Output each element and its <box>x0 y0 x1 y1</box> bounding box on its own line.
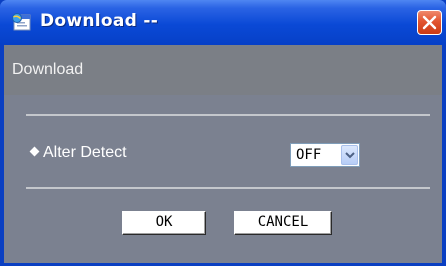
dialog-body: Download Alter Detect OFF OK CANCEL <box>4 45 442 263</box>
bottom-divider <box>26 187 430 189</box>
window-title: Download -- <box>40 11 159 31</box>
dialog-window: Download -- Download Alter Detect OFF OK… <box>0 0 446 266</box>
title-bar[interactable]: Download -- <box>0 0 446 45</box>
top-divider <box>26 114 430 116</box>
alter-detect-label: Alter Detect <box>28 144 127 162</box>
bullet-diamond-icon <box>29 146 40 157</box>
cancel-button[interactable]: CANCEL <box>234 211 332 235</box>
ok-button[interactable]: OK <box>122 211 206 235</box>
browser-page-icon <box>11 12 33 32</box>
alter-detect-label-text: Alter Detect <box>43 144 127 161</box>
dropdown-button[interactable] <box>341 145 358 165</box>
alter-detect-select[interactable]: OFF <box>290 143 360 167</box>
close-button[interactable] <box>417 10 442 35</box>
section-header: Download <box>4 45 442 95</box>
alter-detect-value: OFF <box>296 147 322 163</box>
chevron-down-icon <box>345 152 355 159</box>
section-title: Download <box>12 61 84 78</box>
close-icon <box>422 15 437 30</box>
